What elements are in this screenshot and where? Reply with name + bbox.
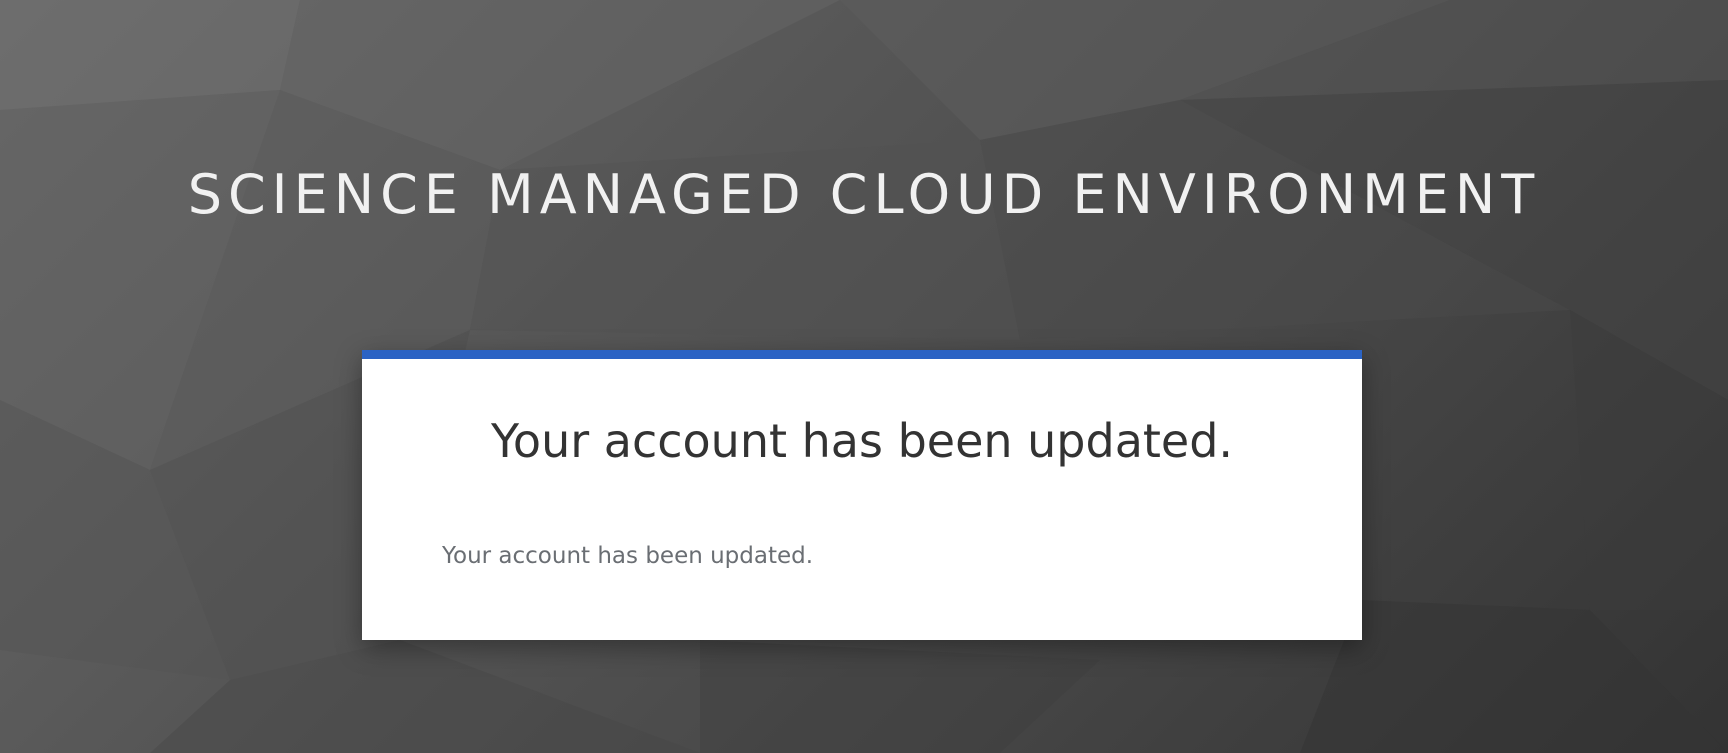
info-card: Your account has been updated. Your acco… — [362, 350, 1362, 640]
info-message: Your account has been updated. — [442, 543, 814, 569]
card-title: Your account has been updated. — [490, 414, 1234, 468]
page-header: SCIENCE MANAGED CLOUD ENVIRONMENT — [0, 160, 1728, 230]
realm-title: SCIENCE MANAGED CLOUD ENVIRONMENT — [187, 163, 1541, 226]
